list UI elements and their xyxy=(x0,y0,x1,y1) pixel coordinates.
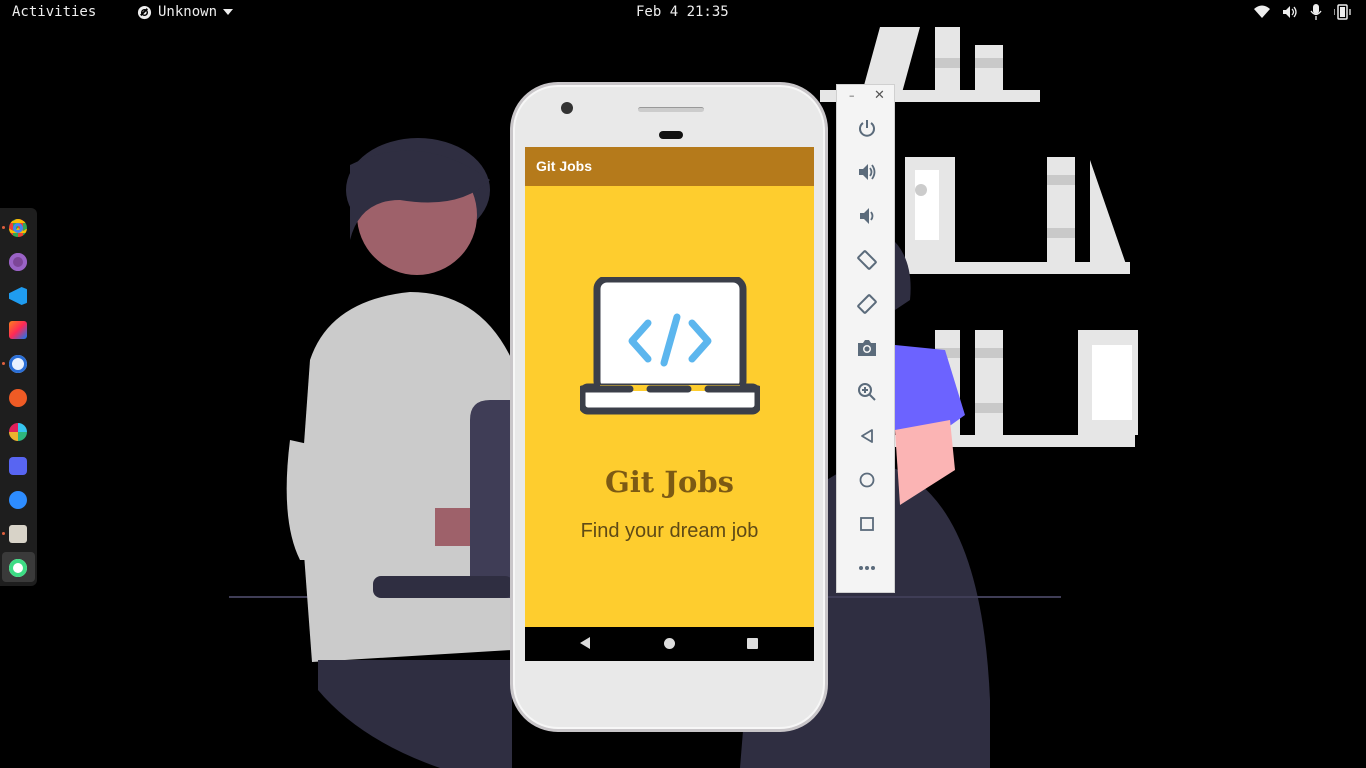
home-icon xyxy=(859,472,875,488)
app-tagline: Find your dream job xyxy=(580,520,759,542)
app-headline: Git Jobs xyxy=(605,465,734,499)
toolbar-window-controls: – ✕ xyxy=(837,88,896,105)
dock-app-vscode[interactable] xyxy=(9,287,27,305)
activities-button[interactable]: Activities xyxy=(12,4,96,20)
rotate-right-icon xyxy=(857,294,877,314)
proximity-sensor xyxy=(659,131,683,139)
nav-home-icon[interactable] xyxy=(664,638,675,649)
dock-app-intellij[interactable] xyxy=(9,321,27,339)
app-bar-title: Git Jobs xyxy=(525,147,814,186)
power-icon xyxy=(859,120,875,137)
dock-app-5[interactable] xyxy=(9,355,27,373)
close-icon[interactable]: ✕ xyxy=(874,88,885,103)
wifi-icon xyxy=(1254,5,1270,18)
volume-down-button[interactable] xyxy=(855,204,879,228)
volume-up-icon xyxy=(859,164,876,180)
dock-app-postman[interactable] xyxy=(9,389,27,407)
volume-down-icon xyxy=(860,208,874,224)
front-camera xyxy=(561,102,573,114)
camera-icon xyxy=(858,340,876,356)
clock[interactable]: Feb 4 21:35 xyxy=(636,4,729,20)
dock-app-zoom[interactable] xyxy=(9,491,27,509)
overview-button[interactable] xyxy=(855,512,879,536)
zoom-button[interactable] xyxy=(855,380,879,404)
volume-icon xyxy=(1283,6,1297,18)
minimize-icon[interactable]: – xyxy=(849,89,855,102)
dock-app-slack[interactable] xyxy=(9,423,27,441)
running-indicator xyxy=(2,532,5,535)
rotate-left-icon xyxy=(857,250,877,270)
emulator-toolbar: – ✕ xyxy=(836,84,895,593)
battery-icon xyxy=(1334,4,1351,20)
android-nav-bar xyxy=(525,627,814,661)
rotate-left-button[interactable] xyxy=(855,248,879,272)
emulator-device-frame: Git Jobs Git Jobs Find your dream job xyxy=(510,82,828,732)
dock-app-discord[interactable] xyxy=(9,457,27,475)
earpiece-speaker xyxy=(638,107,704,112)
top-bar: Activities Unknown Feb 4 21:35 xyxy=(0,0,1366,27)
dock xyxy=(0,208,37,586)
screenshot-button[interactable] xyxy=(855,336,879,360)
back-button[interactable] xyxy=(855,424,879,448)
power-button[interactable] xyxy=(855,116,879,140)
running-indicator xyxy=(2,226,5,229)
home-button[interactable] xyxy=(855,468,879,492)
volume-up-button[interactable] xyxy=(855,160,879,184)
app-menu[interactable]: Unknown xyxy=(137,4,234,20)
app-menu-label: Unknown xyxy=(158,4,218,20)
laptop-code-icon xyxy=(580,277,760,415)
nav-recents-icon[interactable] xyxy=(747,638,758,649)
dock-app-chrome[interactable] xyxy=(9,219,27,237)
more-icon xyxy=(859,566,875,570)
more-button[interactable] xyxy=(855,556,879,580)
microphone-icon xyxy=(1310,4,1322,20)
rotate-right-button[interactable] xyxy=(855,292,879,316)
nav-back-icon[interactable] xyxy=(580,637,590,649)
android-studio-icon xyxy=(137,5,152,19)
dock-app-files[interactable] xyxy=(9,525,27,543)
system-tray[interactable] xyxy=(1254,4,1352,20)
zoom-icon xyxy=(858,383,876,401)
back-icon xyxy=(861,429,873,443)
emulator-screen[interactable]: Git Jobs Git Jobs Find your dream job xyxy=(525,147,814,661)
running-indicator xyxy=(2,362,5,365)
chevron-down-icon xyxy=(223,9,234,15)
dock-app-tor-browser[interactable] xyxy=(9,253,27,271)
overview-icon xyxy=(860,517,874,531)
dock-app-android-emulator[interactable] xyxy=(9,559,27,577)
